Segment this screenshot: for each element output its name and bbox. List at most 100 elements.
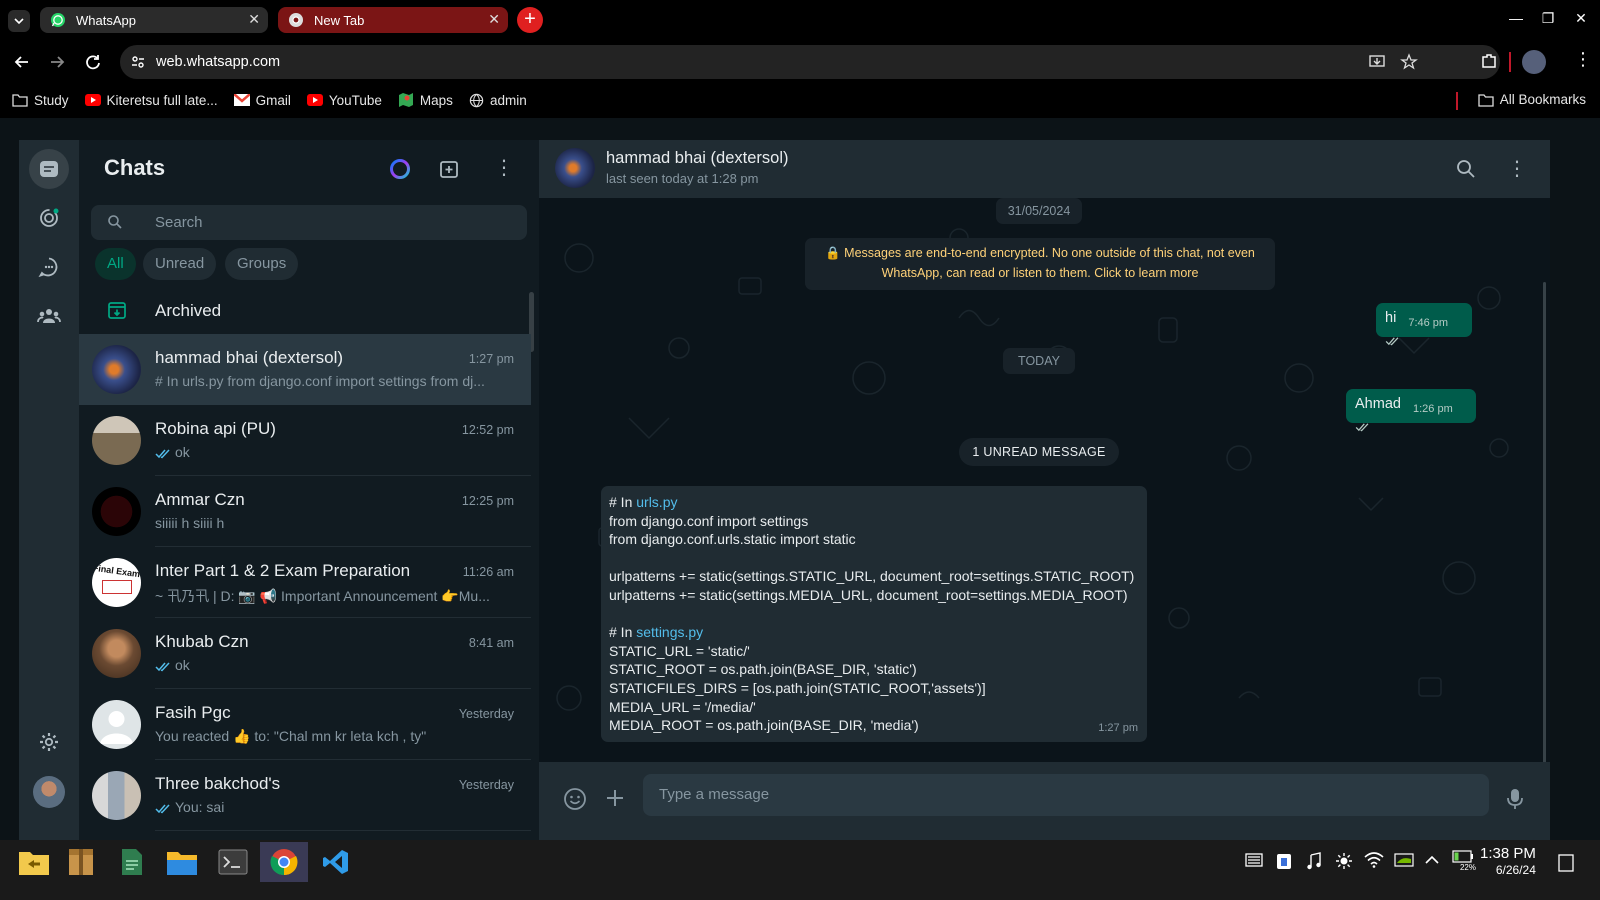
browser-menu-icon[interactable]: ⋮ (1574, 50, 1592, 68)
chrome-icon (289, 13, 303, 27)
back-icon[interactable] (12, 52, 32, 72)
bookmark-maps[interactable]: Maps (398, 92, 453, 108)
rail-profile-button[interactable] (29, 772, 69, 812)
archived-row[interactable]: Archived (79, 290, 539, 334)
chevron-up-icon[interactable] (1424, 852, 1440, 868)
taskbar-explorer-shortcut[interactable] (10, 842, 58, 882)
search-icon[interactable] (1456, 159, 1476, 179)
outgoing-message[interactable]: Ahmad 1:26 pm (1346, 389, 1476, 432)
double-check-icon (1355, 423, 1369, 432)
notifications-icon[interactable] (1558, 854, 1574, 872)
code-line: # In settings.py (609, 624, 704, 641)
attach-plus-icon[interactable] (604, 787, 626, 809)
conversation-header[interactable]: hammad bhai (dextersol) last seen today … (539, 140, 1550, 198)
brightness-icon[interactable] (1335, 852, 1353, 870)
chat-item[interactable]: hammad bhai (dextersol) 1:27 pm # In url… (79, 334, 531, 405)
taskbar-archive-app[interactable] (57, 842, 105, 882)
battery-indicator[interactable]: 22% (1452, 850, 1476, 876)
close-tab-icon[interactable]: ✕ (248, 11, 260, 28)
install-app-icon[interactable] (1368, 53, 1386, 71)
new-chat-icon[interactable] (439, 158, 461, 180)
meta-ai-icon[interactable] (389, 158, 411, 180)
search-input[interactable]: Search (91, 205, 527, 240)
music-icon[interactable] (1306, 852, 1322, 870)
code-line: MEDIA_ROOT = os.path.join(BASE_DIR, 'med… (609, 717, 919, 734)
encryption-notice[interactable]: 🔒 Messages are end-to-end encrypted. No … (805, 238, 1275, 290)
gear-icon (40, 733, 58, 751)
message-scrollbar[interactable] (1543, 282, 1546, 812)
clock-date: 6/26/24 (1495, 863, 1536, 877)
chat-preview: You reacted 👍 to: "Chal mn kr leta kch ,… (155, 728, 427, 744)
chat-time: 12:25 pm (461, 494, 514, 508)
filter-unread[interactable]: Unread (143, 248, 217, 280)
chat-name: Robina api (PU) (155, 419, 276, 438)
filter-groups[interactable]: Groups (225, 248, 299, 280)
keyboard-icon[interactable] (1245, 852, 1263, 868)
tab-search-button[interactable] (8, 10, 30, 32)
avatar[interactable] (555, 148, 595, 188)
clipboard-icon[interactable] (1276, 852, 1292, 870)
chat-item[interactable]: Robina api (PU) 12:52 pm ok (79, 405, 531, 476)
communities-icon (37, 309, 61, 323)
chat-item[interactable]: Ammar Czn 12:25 pm siiiii h siiii h (79, 476, 531, 547)
outgoing-message[interactable]: hi 7:46 pm (1376, 303, 1472, 346)
bookmark-admin[interactable]: admin (469, 93, 527, 108)
chat-item[interactable]: Three bakchod's Yesterday You: sai (79, 760, 531, 831)
link-settings-py[interactable]: settings.py (636, 624, 703, 640)
menu-icon[interactable]: ⋮ (494, 155, 514, 180)
chat-item[interactable]: Fasih Pgc Yesterday You reacted 👍 to: "C… (79, 689, 531, 760)
wifi-icon[interactable] (1364, 852, 1384, 868)
rail-communities-button[interactable] (29, 296, 69, 336)
incoming-message[interactable]: # In urls.py from django.conf import set… (601, 486, 1147, 742)
emoji-icon[interactable] (563, 787, 587, 811)
rail-settings-button[interactable] (29, 722, 69, 762)
rail-status-button[interactable] (29, 198, 69, 238)
bookmark-star-icon[interactable] (1400, 53, 1418, 71)
taskbar-notes-app[interactable] (108, 842, 156, 882)
exam-doodle (101, 580, 132, 594)
bookmark-gmail[interactable]: Gmail (233, 93, 291, 108)
rail-channels-button[interactable] (29, 247, 69, 287)
system-clock[interactable]: 1:38 PM 6/26/24 (1480, 845, 1536, 877)
taskbar-vscode[interactable] (312, 842, 360, 882)
archived-label: Archived (155, 301, 222, 320)
tab-new-tab[interactable]: New Tab ✕ (278, 7, 508, 33)
taskbar-chrome[interactable] (260, 842, 308, 882)
tab-label: New Tab (314, 12, 365, 28)
bookmark-youtube[interactable]: YouTube (306, 93, 382, 108)
forward-icon[interactable] (47, 52, 67, 72)
taskbar-terminal[interactable] (209, 842, 257, 882)
chat-item[interactable]: Khubab Czn 8:41 am ok (79, 618, 531, 689)
microphone-icon[interactable] (1505, 787, 1525, 811)
close-tab-icon[interactable]: ✕ (488, 11, 500, 28)
message-input[interactable]: Type a message (643, 774, 1489, 816)
bookmark-kiteretsu[interactable]: Kiteretsu full late... (84, 93, 218, 108)
filter-all[interactable]: All (95, 248, 136, 280)
chat-time: Yesterday (458, 778, 514, 792)
restore-icon[interactable]: ❐ (1538, 10, 1558, 27)
reload-icon[interactable] (83, 52, 103, 72)
rail-chats-button[interactable] (29, 149, 69, 189)
taskbar-file-manager[interactable] (158, 842, 206, 882)
unread-divider: 1 UNREAD MESSAGE (959, 438, 1119, 466)
minimize-icon[interactable]: — (1506, 10, 1526, 26)
tab-whatsapp[interactable]: WhatsApp ✕ (40, 7, 268, 33)
chat-list-panel: Chats ⋮ Search All Unread Groups Archive… (79, 140, 539, 840)
profile-avatar[interactable] (1522, 50, 1546, 74)
link-urls-py[interactable]: urls.py (636, 494, 677, 510)
nvidia-icon[interactable] (1394, 852, 1414, 868)
close-window-icon[interactable]: ✕ (1571, 10, 1591, 27)
chat-item[interactable]: Final Exam Inter Part 1 & 2 Exam Prepara… (79, 547, 531, 618)
bookmark-study[interactable]: Study (12, 93, 69, 108)
code-line: STATIC_URL = 'static/' (609, 642, 750, 659)
all-bookmarks-button[interactable]: All Bookmarks (1478, 92, 1586, 107)
address-bar[interactable]: web.whatsapp.com (120, 45, 1500, 79)
chat-name: Inter Part 1 & 2 Exam Preparation (155, 561, 411, 580)
nav-rail (19, 140, 79, 840)
extensions-icon[interactable] (1480, 52, 1498, 70)
site-info-icon[interactable] (130, 54, 146, 70)
menu-icon[interactable]: ⋮ (1507, 156, 1527, 181)
new-tab-button[interactable]: + (517, 7, 543, 33)
avatar (92, 700, 141, 749)
